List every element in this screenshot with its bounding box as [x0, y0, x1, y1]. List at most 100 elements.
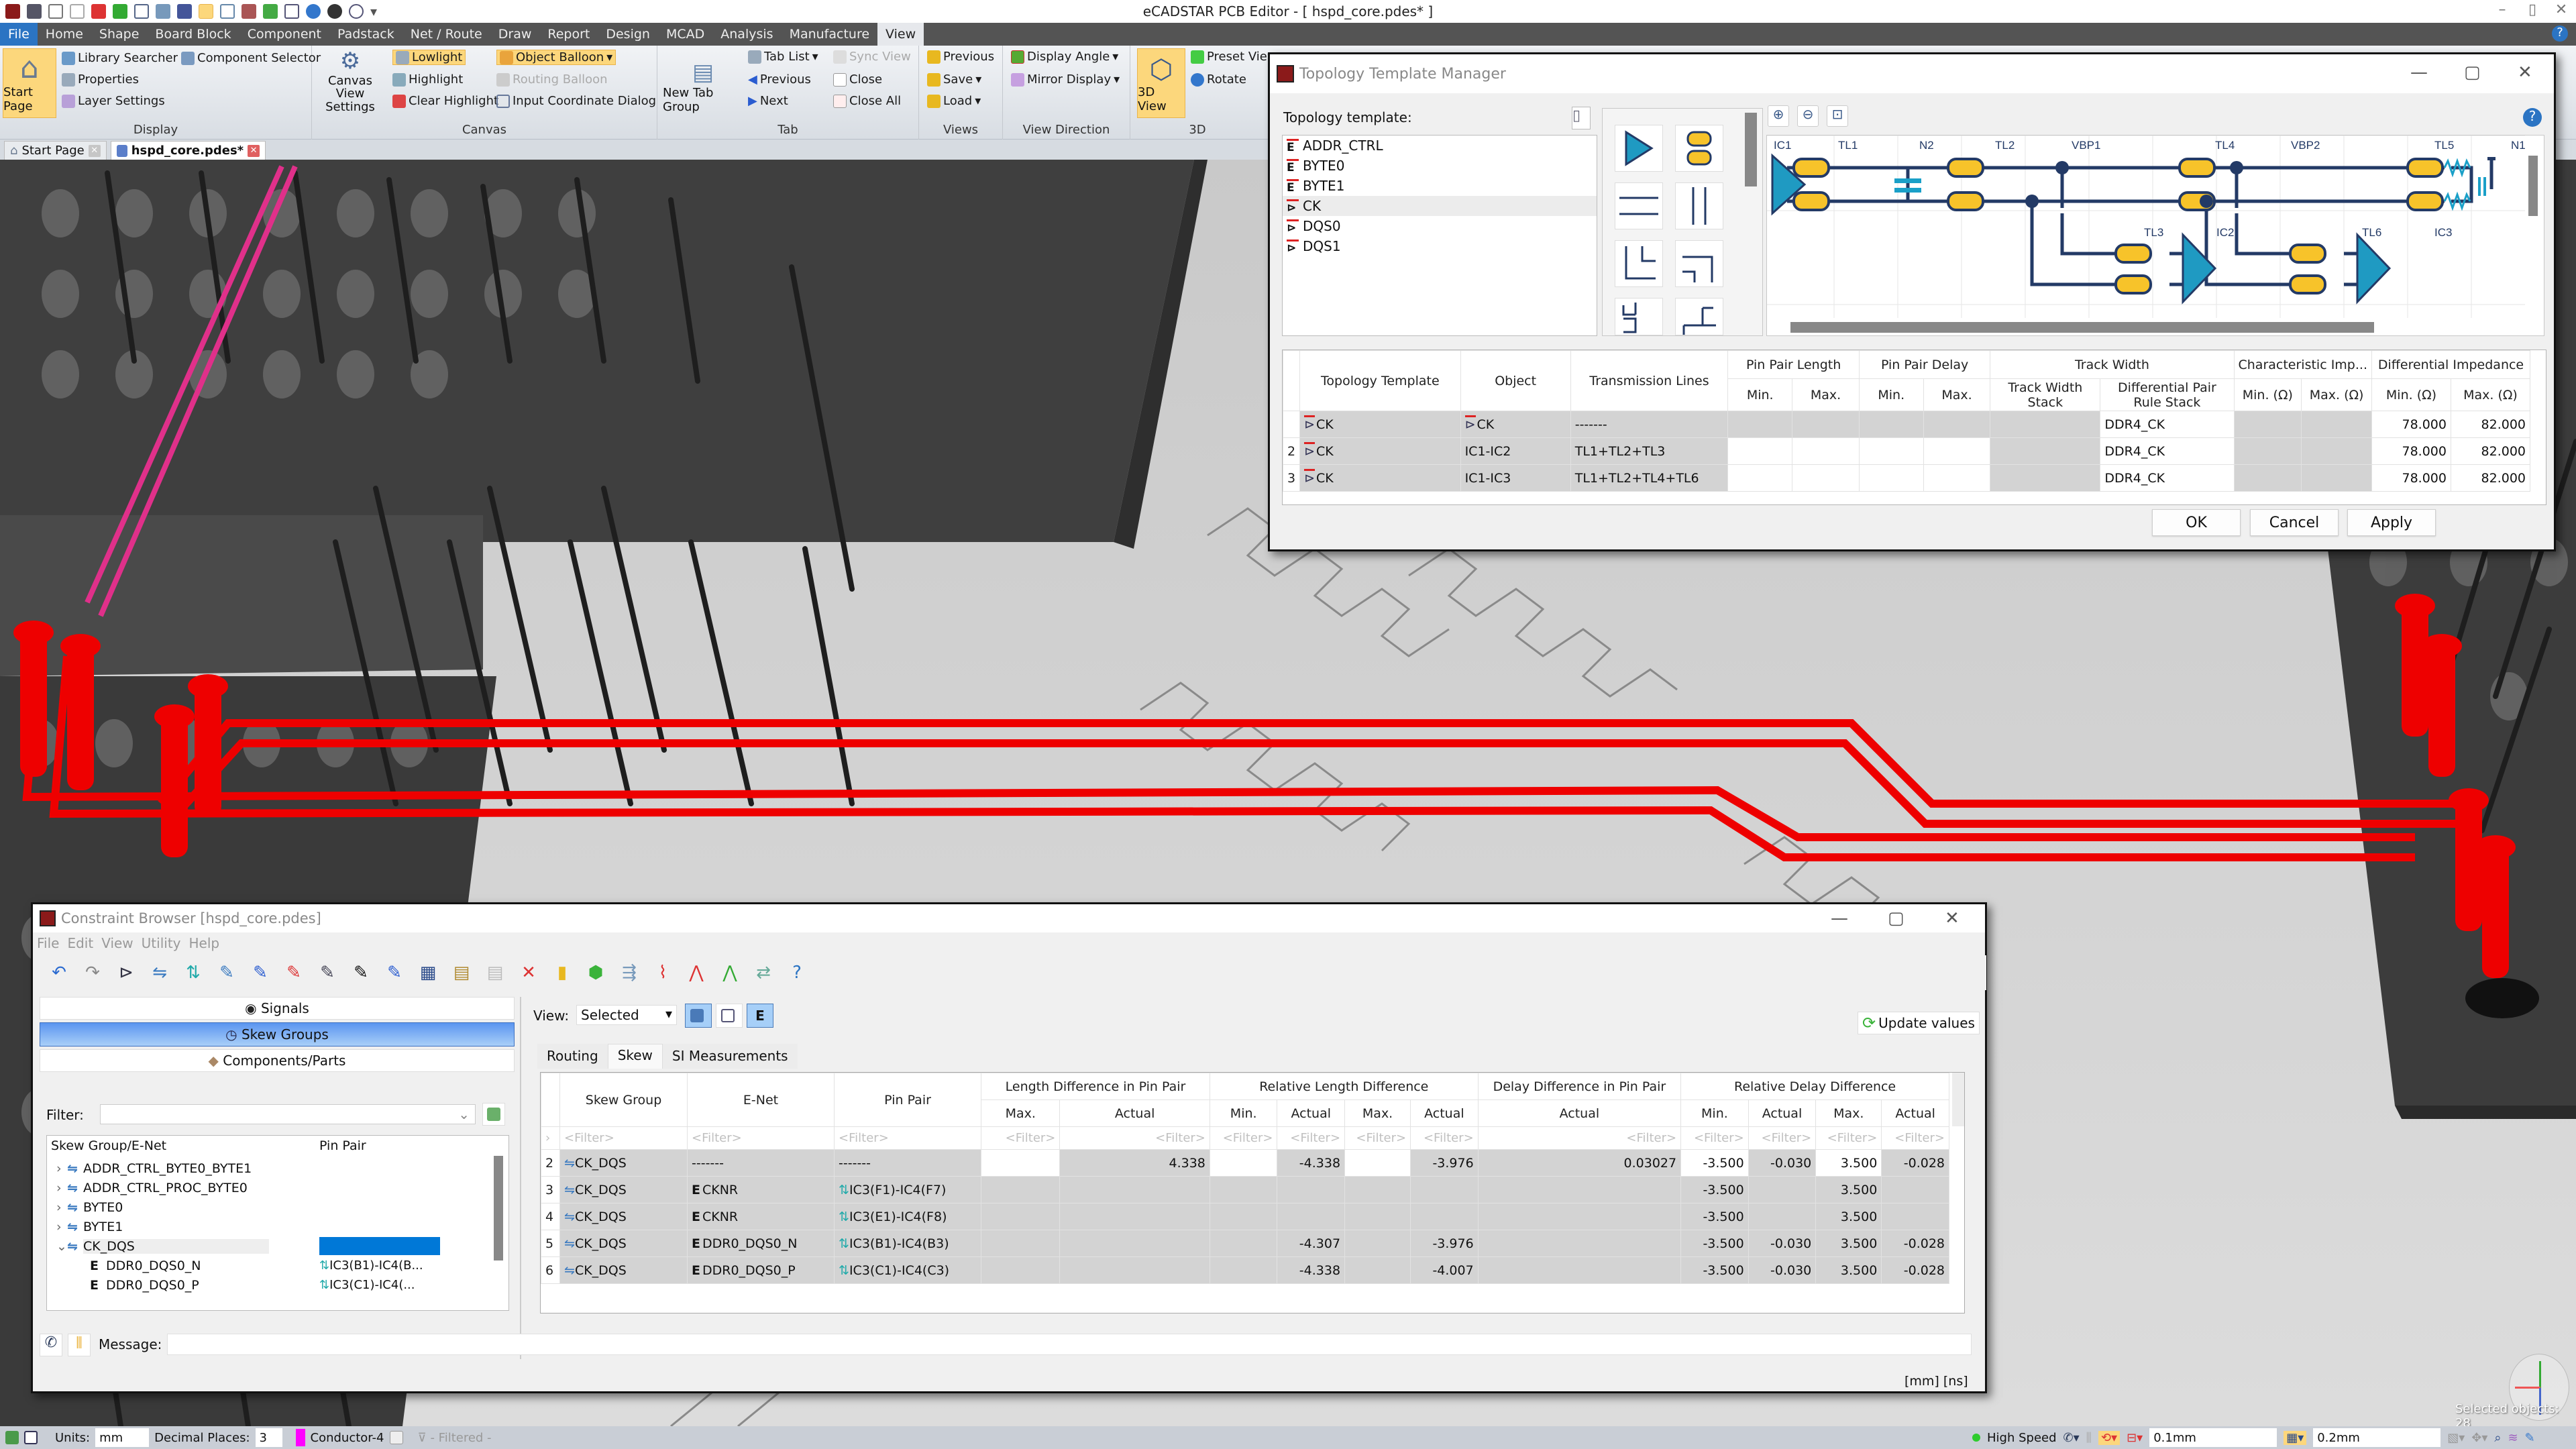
rd-actual-cell[interactable] — [1748, 1203, 1817, 1230]
delay-min-cell[interactable] — [1858, 464, 1924, 492]
cut-icon[interactable] — [263, 4, 278, 19]
tree-pin-pair[interactable]: ⇅ IC3(B1)-IC4(B... — [319, 1256, 440, 1275]
ic2-receiver[interactable] — [2182, 232, 2217, 305]
column-filter[interactable]: <Filter> — [1277, 1126, 1346, 1150]
zoom-out-icon[interactable]: ⊖ — [1797, 105, 1819, 127]
column-filter[interactable]: <Filter> — [1881, 1126, 1949, 1150]
clear-highlight-button[interactable]: Clear Highlight — [392, 94, 498, 108]
rd-actual-cell[interactable] — [1748, 1176, 1817, 1203]
apply-button[interactable]: Apply — [2347, 509, 2436, 536]
track-width-stack-cell[interactable] — [1990, 464, 2101, 492]
length-min-cell[interactable] — [1727, 411, 1793, 438]
find-icon[interactable] — [349, 4, 364, 19]
edit-length-icon[interactable]: ✎ — [250, 963, 270, 983]
splitter[interactable] — [520, 997, 521, 1359]
rl-min-cell[interactable] — [1209, 1176, 1278, 1203]
tab-report[interactable]: Report — [539, 23, 598, 46]
column-filter[interactable]: <Filter> — [1748, 1126, 1817, 1150]
rl-min-cell[interactable] — [1209, 1256, 1278, 1284]
view-load-button[interactable]: Load ▾ — [927, 94, 981, 108]
enet-green-icon[interactable]: ⬢ — [586, 963, 606, 983]
rd-max-cell[interactable]: 3.500 — [1815, 1256, 1882, 1284]
rl-actual2-cell[interactable]: -3.976 — [1410, 1230, 1479, 1257]
close-button[interactable]: ✕ — [2518, 62, 2532, 83]
template-cell[interactable]: ⊳ CK — [1299, 411, 1461, 438]
help-icon[interactable]: ? — [2552, 25, 2568, 42]
rl-min-cell[interactable] — [1209, 1149, 1278, 1177]
rl-actual-cell[interactable]: -4.338 — [1277, 1149, 1346, 1177]
track-width-stack-cell[interactable] — [1990, 411, 2101, 438]
new-template-button[interactable]: ▯ — [1572, 107, 1591, 129]
pin-pair-icon[interactable]: ⇅ — [183, 963, 203, 983]
unroute-icon[interactable]: ✕ — [519, 963, 539, 983]
ld-max-cell[interactable] — [981, 1149, 1061, 1177]
rl-max-cell[interactable] — [1344, 1203, 1411, 1230]
dd-actual-cell[interactable]: 0.03027 — [1477, 1149, 1682, 1177]
tl2-positive[interactable] — [1947, 158, 1984, 178]
tl2-negative[interactable] — [1947, 191, 1984, 211]
tree-skew-group-item[interactable]: › ⇋ ADDR_CTRL_BYTE0_BYTE1 — [47, 1159, 490, 1178]
tab-net-route[interactable]: Net / Route — [402, 23, 490, 46]
rl-actual-cell[interactable] — [1277, 1176, 1346, 1203]
col-skew-group[interactable]: Skew Group — [559, 1073, 688, 1127]
diff-max-cell[interactable]: 82.000 — [2450, 437, 2531, 465]
col-rd-min[interactable]: Min. — [1680, 1099, 1749, 1127]
col-enet[interactable]: E-Net — [686, 1073, 835, 1127]
new-tab-group-button[interactable]: ▤ New Tab Group — [663, 48, 743, 118]
layer-icon[interactable] — [241, 4, 256, 19]
rd-min-cell[interactable]: -3.500 — [1680, 1149, 1749, 1177]
tab-design[interactable]: Design — [598, 23, 658, 46]
sync-icon[interactable]: ⇄ — [753, 963, 773, 983]
tab-shape[interactable]: Shape — [91, 23, 148, 46]
col-dd-actual[interactable]: Actual — [1477, 1099, 1682, 1127]
tree-skew-group-item[interactable]: › ⇋ ADDR_CTRL_PROC_BYTE0 — [47, 1178, 490, 1197]
close-button[interactable]: ✕ — [1945, 908, 1960, 928]
object-balloon-button[interactable]: Object Balloon ▾ — [496, 50, 616, 65]
phone-icon[interactable]: ✆▾ — [2063, 1431, 2080, 1445]
category-signals[interactable]: ◉ Signals — [40, 997, 515, 1020]
minimize-button[interactable]: — — [1831, 908, 1848, 928]
template-list-item[interactable]: E ADDR_CTRL — [1283, 136, 1597, 156]
topology-schematic[interactable]: IC1 TL1 N2 TL2 VBP1 TL4 VBP2 TL5 N1 TL3 IC2 TL6 IC3 — [1766, 135, 2544, 336]
rd-max-cell[interactable]: 3.500 — [1815, 1149, 1882, 1177]
column-filter[interactable]: <Filter> — [1344, 1126, 1411, 1150]
diff-max-cell[interactable]: 82.000 — [2450, 411, 2531, 438]
filter-input[interactable]: ⌄ — [100, 1104, 476, 1124]
tab-previous-button[interactable]: ◀ Previous — [748, 72, 811, 87]
diff-pair-rule-stack-cell[interactable]: DDR4_CK — [2100, 437, 2235, 465]
tree-skew-group-item[interactable]: › ⇋ BYTE0 — [47, 1197, 490, 1217]
ld-max-cell[interactable] — [981, 1203, 1061, 1230]
enet-cell[interactable]: ------- — [686, 1149, 835, 1177]
dd-actual-cell[interactable] — [1477, 1256, 1682, 1284]
col-diff-min[interactable]: Min. (Ω) — [2371, 378, 2451, 411]
chevron-down-icon[interactable]: ⌄ — [56, 1239, 67, 1254]
layer-toggle-icon[interactable] — [389, 1431, 403, 1444]
dimension-icon[interactable]: ⊟▾ — [2127, 1431, 2143, 1445]
menu-edit[interactable]: Edit — [67, 935, 93, 951]
col-topology-template[interactable]: Topology Template — [1299, 350, 1461, 411]
menu-utility[interactable]: Utility — [142, 935, 181, 951]
print-icon[interactable] — [284, 4, 299, 19]
ld-max-cell[interactable] — [981, 1256, 1061, 1284]
char-min-cell[interactable] — [2233, 464, 2302, 492]
library-searcher-button[interactable]: Library Searcher — [62, 51, 178, 65]
tab-mcad[interactable]: MCAD — [658, 23, 712, 46]
rl-actual2-cell[interactable] — [1410, 1203, 1479, 1230]
tl1-positive[interactable] — [1792, 158, 1830, 178]
menu-file[interactable]: File — [37, 935, 59, 951]
rl-max-cell[interactable] — [1344, 1230, 1411, 1257]
tab-file[interactable]: File — [0, 23, 38, 46]
cancel-button[interactable]: Cancel — [2250, 509, 2339, 536]
tab-routing[interactable]: Routing — [537, 1044, 608, 1069]
col-rd-actual[interactable]: Actual — [1748, 1099, 1817, 1127]
binoculars-icon[interactable]: ⌕ — [2494, 1431, 2501, 1445]
tab-home[interactable]: Home — [38, 23, 91, 46]
lowlight-button[interactable]: Lowlight — [392, 50, 466, 65]
rd-min-cell[interactable]: -3.500 — [1680, 1256, 1749, 1284]
measure-icon[interactable] — [220, 4, 235, 19]
rl-actual2-cell[interactable] — [1410, 1176, 1479, 1203]
tab-si-measurements[interactable]: SI Measurements — [662, 1044, 798, 1069]
doc-tab-start-page[interactable]: ⌂ Start Page ✕ — [4, 141, 107, 160]
template-list-item[interactable]: E BYTE0 — [1283, 156, 1597, 176]
tree-pin-pair[interactable] — [319, 1218, 440, 1236]
